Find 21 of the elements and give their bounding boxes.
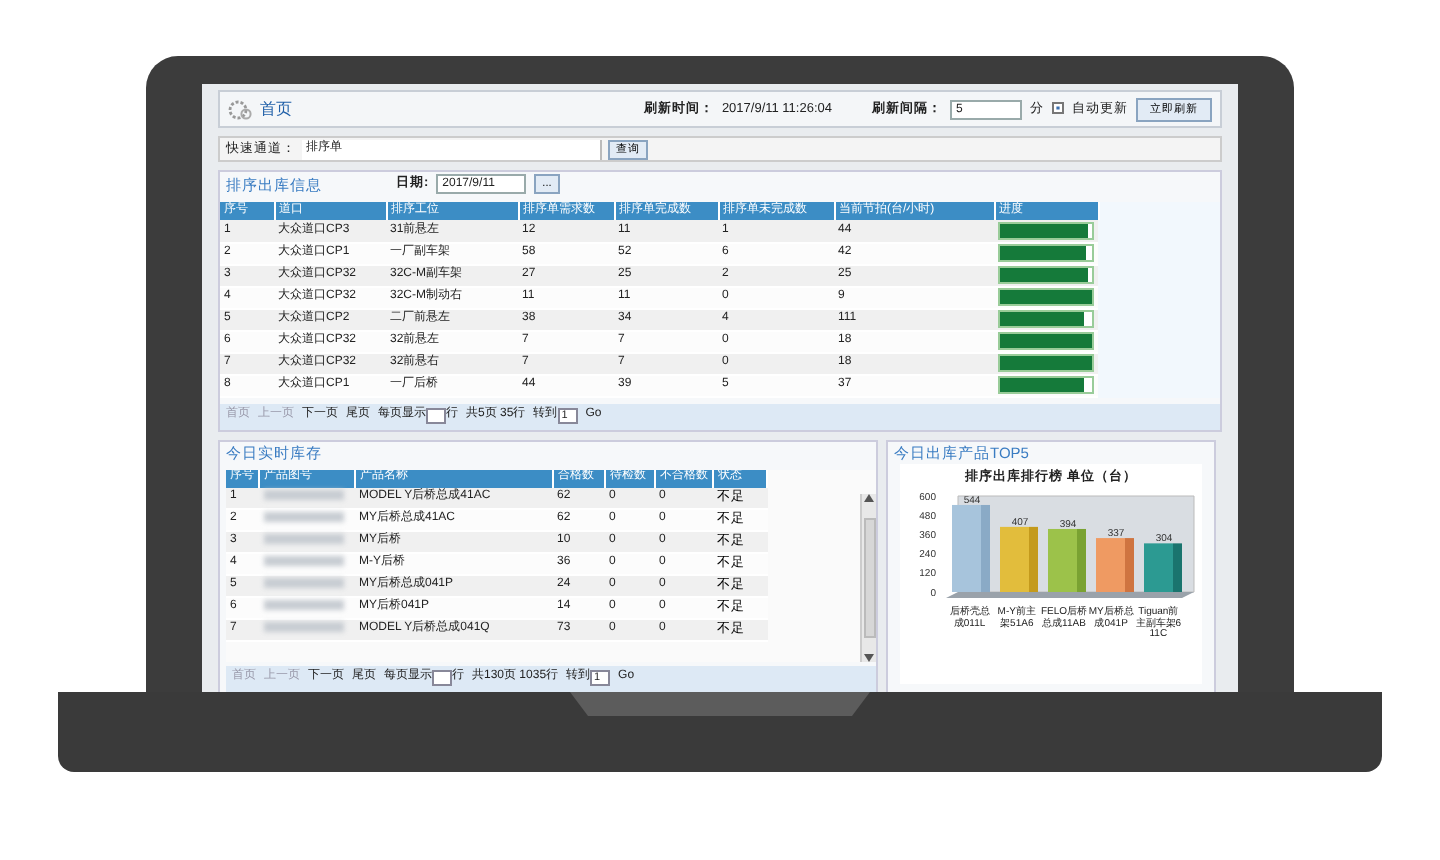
redacted-text <box>263 512 343 523</box>
scroll-up-icon[interactable] <box>864 493 874 501</box>
scroll-thumb[interactable] <box>863 517 875 637</box>
chart-bar <box>1048 529 1086 593</box>
checkbox[interactable] <box>1052 102 1064 115</box>
redacted-text <box>263 534 343 545</box>
redacted-text <box>263 556 343 567</box>
redacted-text <box>263 600 343 611</box>
home-gear-icon <box>228 99 252 119</box>
scrollbar[interactable] <box>860 493 876 661</box>
per-page-field[interactable] <box>432 670 452 686</box>
redacted-text <box>263 622 343 633</box>
page-title: 首页 <box>260 99 292 119</box>
chart-bar <box>1000 527 1038 593</box>
redacted-text <box>263 490 343 501</box>
chart-bar <box>1096 538 1134 593</box>
per-page-field[interactable] <box>426 408 446 424</box>
chart-bar <box>952 505 990 593</box>
scroll-down-icon[interactable] <box>864 653 874 661</box>
redacted-text <box>263 578 343 589</box>
chart-bar <box>1144 543 1182 593</box>
